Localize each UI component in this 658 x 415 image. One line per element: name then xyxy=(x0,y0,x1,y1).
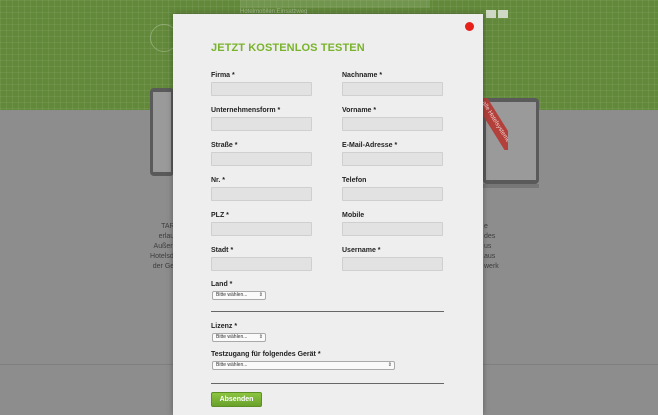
background-text-right: e des us aus werk xyxy=(484,223,499,270)
firma-input[interactable] xyxy=(211,82,312,96)
strasse-input[interactable] xyxy=(211,152,312,166)
trial-signup-modal: JETZT KOSTENLOS TESTEN Firma * Nachname … xyxy=(173,14,483,415)
land-select-value: Bitte wählen... xyxy=(216,292,248,298)
section-divider xyxy=(211,311,444,312)
nachname-label: Nachname * xyxy=(342,72,383,79)
username-input[interactable] xyxy=(342,257,443,271)
background-topbar: Hotelmobilen Einsatzweg xyxy=(240,0,430,15)
plz-label: PLZ * xyxy=(211,212,229,219)
nachname-input[interactable] xyxy=(342,82,443,96)
background-mini-button xyxy=(498,10,508,18)
firma-label: Firma * xyxy=(211,72,235,79)
lizenz-select-value: Bitte wählen... xyxy=(216,334,248,340)
lizenz-select[interactable]: Bitte wählen... ⇕ xyxy=(212,333,266,342)
telefon-label: Telefon xyxy=(342,177,367,184)
select-arrows-icon: ⇕ xyxy=(258,292,263,298)
strasse-label: Straße * xyxy=(211,142,238,149)
vorname-label: Vorname * xyxy=(342,107,377,114)
lizenz-label: Lizenz * xyxy=(211,323,238,330)
username-label: Username * xyxy=(342,247,381,254)
email-label: E-Mail-Adresse * xyxy=(342,142,398,149)
geraet-select[interactable]: Bitte wählen... ⇕ xyxy=(212,361,395,370)
background-monitor-stand xyxy=(483,184,539,188)
vorname-input[interactable] xyxy=(342,117,443,131)
select-arrows-icon: ⇕ xyxy=(258,334,263,340)
mobile-input[interactable] xyxy=(342,222,443,236)
nr-label: Nr. * xyxy=(211,177,226,184)
close-icon[interactable] xyxy=(465,22,474,31)
submit-button[interactable]: Absenden xyxy=(211,392,262,407)
land-select[interactable]: Bitte wählen... ⇕ xyxy=(212,291,266,300)
email-input[interactable] xyxy=(342,152,443,166)
mobile-label: Mobile xyxy=(342,212,365,219)
telefon-input[interactable] xyxy=(342,187,443,201)
land-label: Land * xyxy=(211,281,233,288)
unternehmensform-input[interactable] xyxy=(211,117,312,131)
background-mini-button xyxy=(486,10,496,18)
geraet-label: Testzugang für folgendes Gerät * xyxy=(211,351,321,358)
stadt-label: Stadt * xyxy=(211,247,234,254)
nr-input[interactable] xyxy=(211,187,312,201)
unternehmensform-label: Unternehmensform * xyxy=(211,107,281,114)
background-tablet xyxy=(150,88,174,176)
select-arrows-icon: ⇕ xyxy=(387,362,392,368)
geraet-select-value: Bitte wählen... xyxy=(216,362,248,368)
stadt-input[interactable] xyxy=(211,257,312,271)
plz-input[interactable] xyxy=(211,222,312,236)
modal-title: JETZT KOSTENLOS TESTEN xyxy=(211,42,365,54)
section-divider xyxy=(211,383,444,384)
